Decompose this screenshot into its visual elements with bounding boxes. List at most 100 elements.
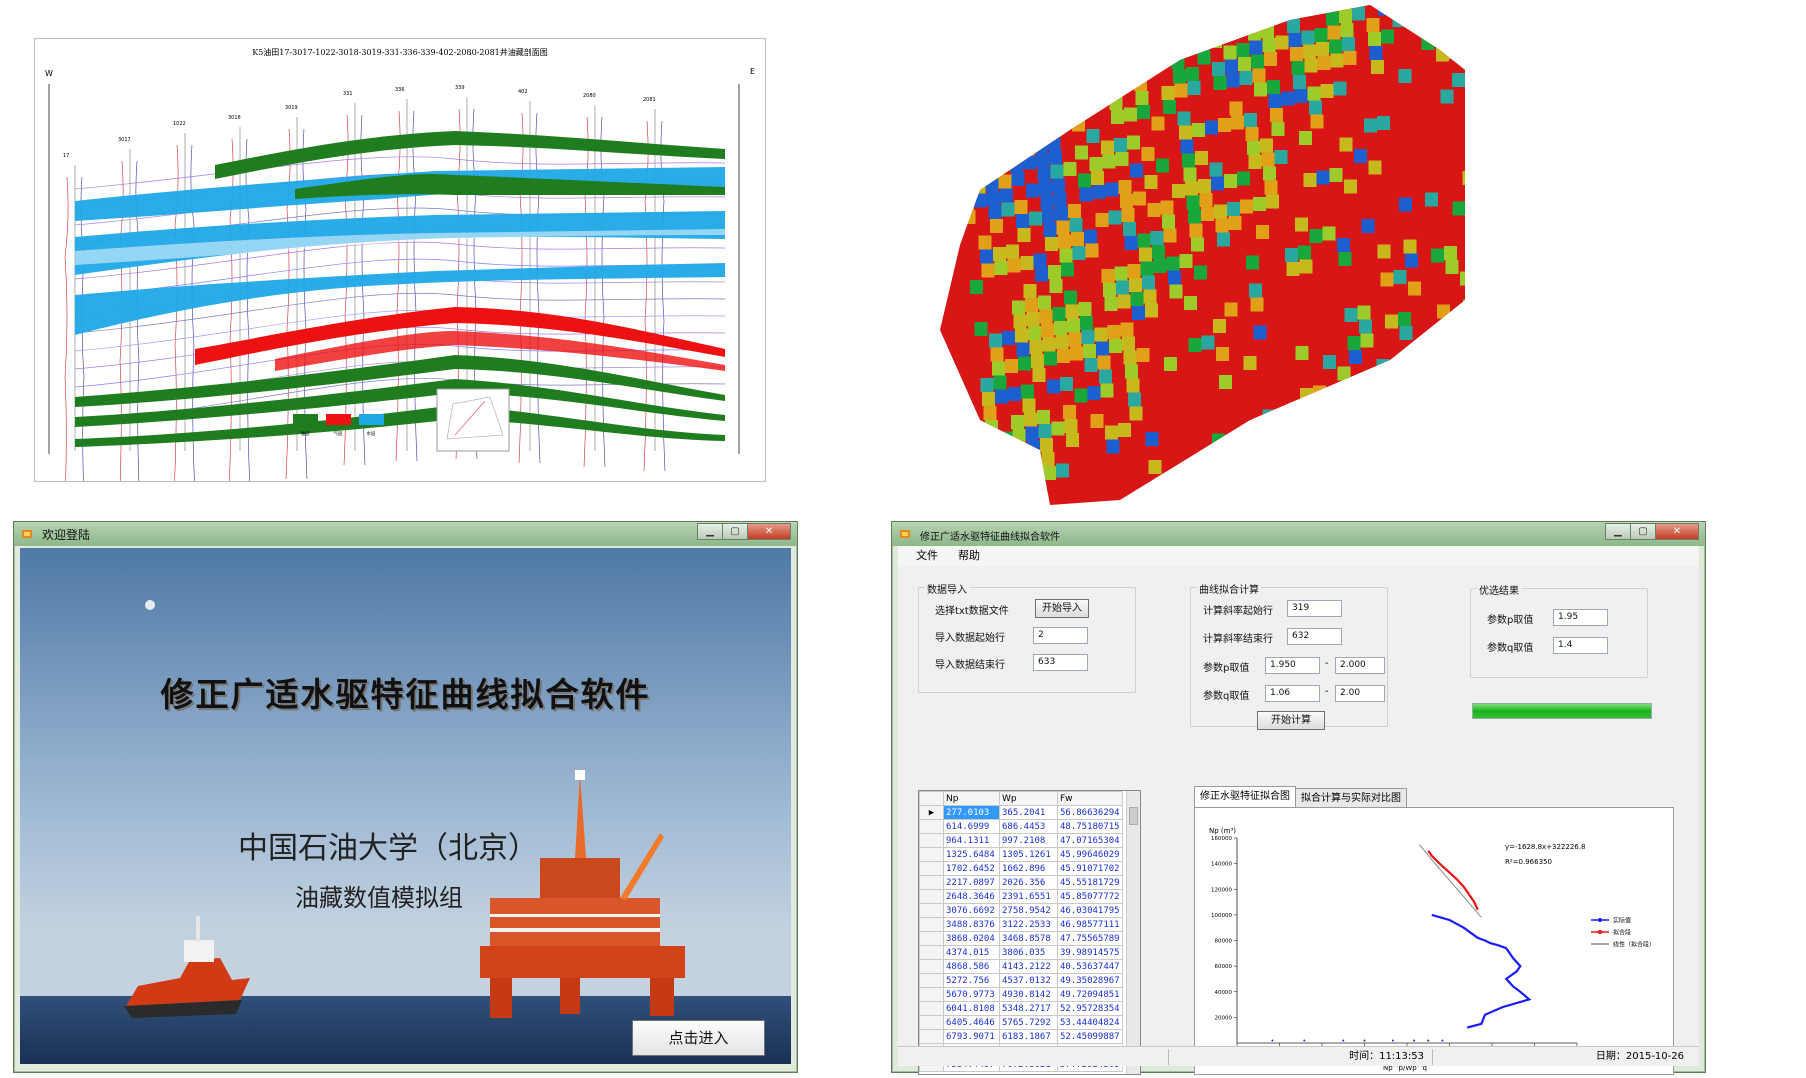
table-row[interactable]: 6041.8108 5348.2717 52.95728354 xyxy=(919,1001,1123,1016)
table-row[interactable]: 3488.8376 3122.2533 46.98577111 xyxy=(919,917,1123,932)
best-q-value[interactable]: 1.4 xyxy=(1553,637,1608,654)
table-cell[interactable]: 4930.8142 xyxy=(999,987,1058,1002)
table-row[interactable]: 6793.9071 6183.1867 52.45099887 xyxy=(919,1029,1123,1044)
row-header[interactable] xyxy=(919,917,944,932)
row-header[interactable] xyxy=(919,833,944,848)
table-cell[interactable]: 5765.7292 xyxy=(999,1015,1058,1030)
table-cell[interactable]: 48.75180715 xyxy=(1057,819,1123,834)
table-cell[interactable]: 5272.756 xyxy=(943,973,1000,988)
row-header[interactable] xyxy=(919,861,944,876)
table-cell[interactable]: 3488.8376 xyxy=(943,917,1000,932)
table-cell[interactable]: 45.91071702 xyxy=(1057,861,1123,876)
row-header[interactable] xyxy=(919,819,944,834)
table-cell[interactable]: 614.6999 xyxy=(943,819,1000,834)
grid-col-wp[interactable]: Wp xyxy=(999,791,1058,806)
table-row[interactable]: ▶ 277.0103 365.2041 56.86636294 xyxy=(919,805,1123,820)
row-header[interactable] xyxy=(919,1001,944,1016)
table-cell[interactable]: 45.99646029 xyxy=(1057,847,1123,862)
row-header[interactable] xyxy=(919,1015,944,1030)
table-cell[interactable]: 4868.586 xyxy=(943,959,1000,974)
table-cell[interactable]: 1702.6452 xyxy=(943,861,1000,876)
table-cell[interactable]: 46.98577111 xyxy=(1057,917,1123,932)
row-header[interactable] xyxy=(919,889,944,904)
table-row[interactable]: 2648.3646 2391.6551 45.85077772 xyxy=(919,889,1123,904)
row-header[interactable] xyxy=(919,903,944,918)
table-cell[interactable]: 2026.356 xyxy=(999,875,1058,890)
enter-button[interactable]: 点击进入 xyxy=(632,1020,765,1056)
grid-col-fw[interactable]: Fw xyxy=(1057,791,1123,806)
grid-scrollbar[interactable] xyxy=(1126,791,1140,1074)
best-p-value[interactable]: 1.95 xyxy=(1553,609,1608,626)
table-cell[interactable]: 49.72094851 xyxy=(1057,987,1123,1002)
row-header[interactable] xyxy=(919,875,944,890)
menu-help[interactable]: 帮助 xyxy=(958,546,980,566)
tab-fit-chart[interactable]: 修正水驱特征拟合图 xyxy=(1194,786,1296,808)
table-cell[interactable]: 52.45099887 xyxy=(1057,1029,1123,1044)
table-cell[interactable]: 5348.2717 xyxy=(999,1001,1058,1016)
slope-start-input[interactable]: 319 xyxy=(1287,600,1342,617)
table-cell[interactable]: 3122.2533 xyxy=(999,917,1058,932)
table-cell[interactable]: 6041.8108 xyxy=(943,1001,1000,1016)
grid-scroll-thumb[interactable] xyxy=(1129,807,1138,825)
table-row[interactable]: 5670.9773 4930.8142 49.72094851 xyxy=(919,987,1123,1002)
table-row[interactable]: 2217.0897 2026.356 45.55181729 xyxy=(919,875,1123,890)
table-row[interactable]: 964.1311 997.2108 47.07165304 xyxy=(919,833,1123,848)
table-cell[interactable]: 3468.8578 xyxy=(999,931,1058,946)
table-cell[interactable]: 2217.0897 xyxy=(943,875,1000,890)
table-row[interactable]: 614.6999 686.4453 48.75180715 xyxy=(919,819,1123,834)
table-cell[interactable]: 53.44404824 xyxy=(1057,1015,1123,1030)
table-cell[interactable]: 4374.015 xyxy=(943,945,1000,960)
slope-end-input[interactable]: 632 xyxy=(1287,628,1342,645)
minimize-button[interactable]: ▁ xyxy=(697,523,723,540)
table-cell[interactable]: 40.53637447 xyxy=(1057,959,1123,974)
start-row-input[interactable]: 2 xyxy=(1033,627,1088,644)
table-row[interactable]: 5272.756 4537.0132 49.35028967 xyxy=(919,973,1123,988)
table-cell[interactable]: 1305.1261 xyxy=(999,847,1058,862)
table-row[interactable]: 3076.6692 2758.9542 46.03041795 xyxy=(919,903,1123,918)
maximize-button[interactable]: ▢ xyxy=(722,523,748,540)
table-row[interactable]: 3868.0204 3468.8578 47.75565789 xyxy=(919,931,1123,946)
table-row[interactable]: 1702.6452 1662.896 45.91071702 xyxy=(919,861,1123,876)
table-cell[interactable]: 4537.0132 xyxy=(999,973,1058,988)
table-cell[interactable]: 39.98914575 xyxy=(1057,945,1123,960)
table-cell[interactable]: 365.2041 xyxy=(999,805,1058,820)
table-cell[interactable]: 1662.896 xyxy=(999,861,1058,876)
tab-compare-chart[interactable]: 拟合计算与实际对比图 xyxy=(1295,788,1407,808)
table-cell[interactable]: 6183.1867 xyxy=(999,1029,1058,1044)
maximize-button[interactable]: ▢ xyxy=(1630,523,1656,540)
table-cell[interactable]: 997.2108 xyxy=(999,833,1058,848)
q-min-input[interactable]: 1.06 xyxy=(1265,685,1320,702)
table-cell[interactable]: 2648.3646 xyxy=(943,889,1000,904)
row-header[interactable] xyxy=(919,987,944,1002)
minimize-button[interactable]: ▁ xyxy=(1605,523,1631,540)
table-cell[interactable]: 3868.0204 xyxy=(943,931,1000,946)
row-header[interactable] xyxy=(919,847,944,862)
row-header[interactable] xyxy=(919,931,944,946)
table-cell[interactable]: 3076.6692 xyxy=(943,903,1000,918)
table-cell[interactable]: 45.85077772 xyxy=(1057,889,1123,904)
end-row-input[interactable]: 633 xyxy=(1033,654,1088,671)
table-cell[interactable]: 47.75565789 xyxy=(1057,931,1123,946)
table-cell[interactable]: 2758.9542 xyxy=(999,903,1058,918)
close-button[interactable]: ✕ xyxy=(1655,523,1699,540)
menu-file[interactable]: 文件 xyxy=(916,546,938,566)
p-max-input[interactable]: 2.000 xyxy=(1335,657,1385,674)
table-cell[interactable]: 277.0103 xyxy=(943,805,1000,820)
table-cell[interactable]: 52.95728354 xyxy=(1057,1001,1123,1016)
table-cell[interactable]: 45.55181729 xyxy=(1057,875,1123,890)
table-cell[interactable]: 3806.035 xyxy=(999,945,1058,960)
close-button[interactable]: ✕ xyxy=(747,523,791,540)
table-cell[interactable]: 5670.9773 xyxy=(943,987,1000,1002)
table-cell[interactable]: 49.35028967 xyxy=(1057,973,1123,988)
start-import-button[interactable]: 开始导入 xyxy=(1035,599,1089,618)
table-row[interactable]: 6405.4646 5765.7292 53.44404824 xyxy=(919,1015,1123,1030)
row-header[interactable] xyxy=(919,945,944,960)
table-cell[interactable]: 686.4453 xyxy=(999,819,1058,834)
row-header[interactable] xyxy=(919,973,944,988)
table-cell[interactable]: 6793.9071 xyxy=(943,1029,1000,1044)
table-cell[interactable]: 964.1311 xyxy=(943,833,1000,848)
table-cell[interactable]: 56.86636294 xyxy=(1057,805,1123,820)
grid-col-np[interactable]: Np xyxy=(943,791,1000,806)
table-row[interactable]: 1325.6484 1305.1261 45.99646029 xyxy=(919,847,1123,862)
table-row[interactable]: 4868.586 4143.2122 40.53637447 xyxy=(919,959,1123,974)
